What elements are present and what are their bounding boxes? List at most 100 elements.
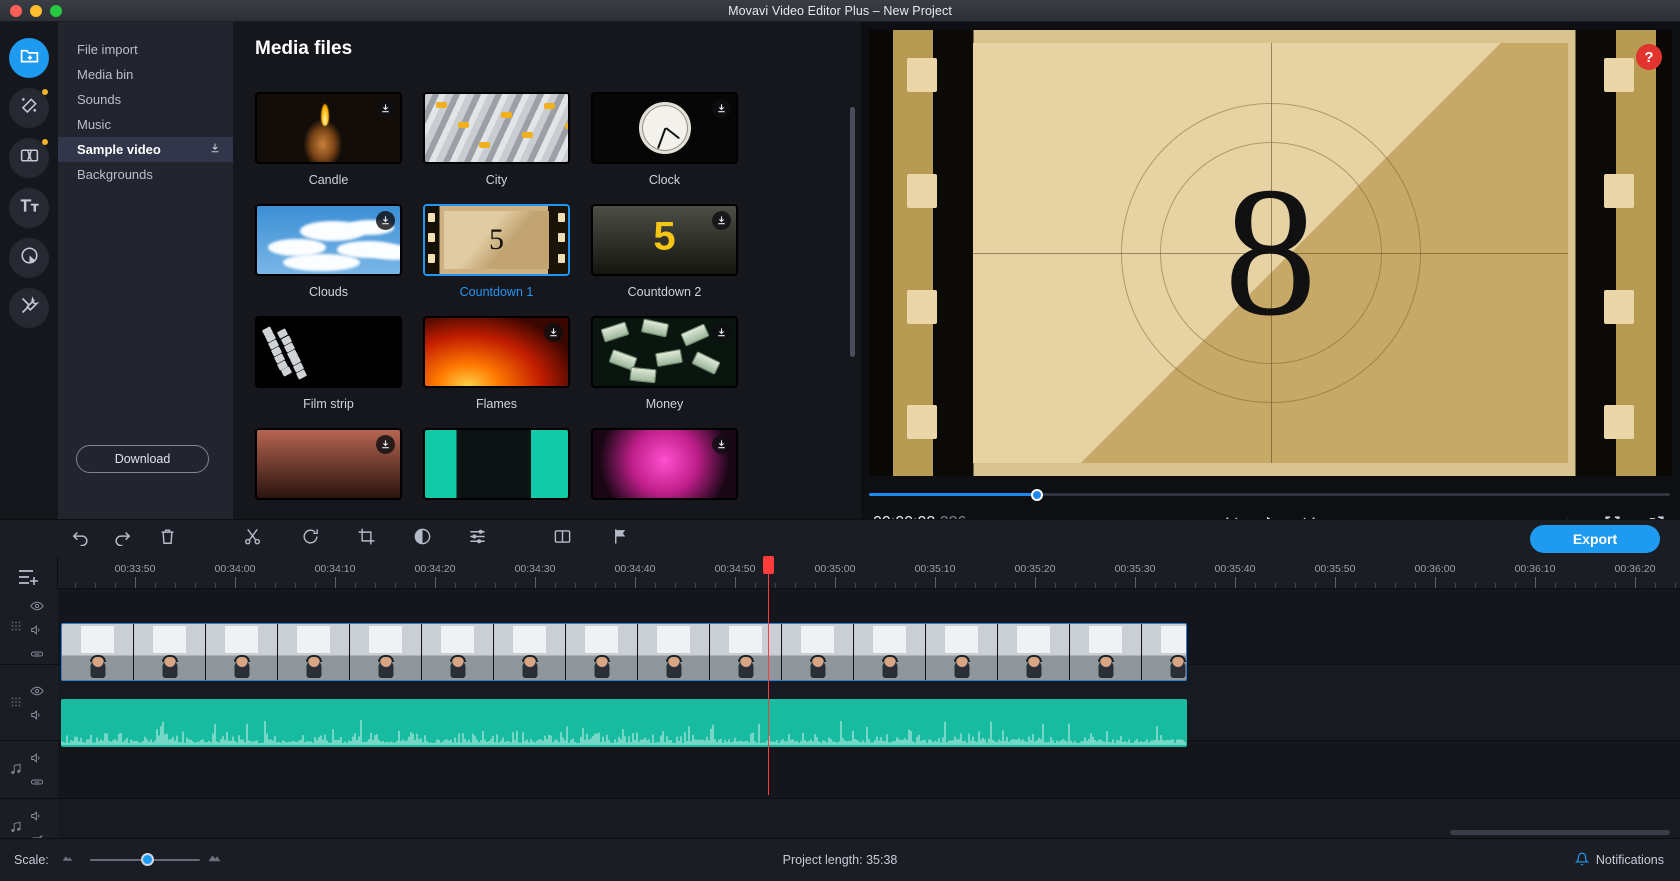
media-thumbnail[interactable] (423, 316, 570, 388)
media-thumbnail[interactable] (255, 428, 402, 500)
media-item[interactable] (255, 428, 402, 509)
playhead-handle[interactable] (763, 556, 774, 574)
eye-icon[interactable] (30, 599, 44, 618)
speaker-icon[interactable] (30, 751, 44, 770)
media-item[interactable]: Candle (255, 92, 402, 187)
split-view-icon (553, 527, 572, 551)
ruler-tick-major (1635, 577, 1636, 588)
undo-button[interactable] (70, 529, 90, 549)
redo-button[interactable] (112, 529, 132, 549)
ruler-tick-minor (115, 583, 116, 588)
video-preview[interactable]: 8 (869, 30, 1672, 476)
media-item[interactable]: City (423, 92, 570, 187)
ruler-tick-minor (455, 583, 456, 588)
rail-button-import-files[interactable] (9, 38, 49, 78)
ruler-tick-major (1135, 577, 1136, 588)
ruler-tick-minor (75, 583, 76, 588)
speaker-icon[interactable] (30, 809, 44, 828)
delete-button[interactable] (157, 529, 177, 549)
ruler-label: 00:34:50 (714, 563, 756, 575)
crop-button[interactable] (356, 528, 376, 549)
ruler-tick-minor (795, 583, 796, 588)
media-thumbnail[interactable] (255, 316, 402, 388)
media-thumbnail[interactable] (591, 316, 738, 388)
ruler-tick-minor (495, 583, 496, 588)
media-thumbnail[interactable] (423, 428, 570, 500)
video-clip[interactable] (61, 623, 1187, 681)
speaker-icon[interactable] (30, 708, 44, 727)
eye-icon[interactable] (30, 684, 44, 703)
audio-clip[interactable] (61, 699, 1187, 747)
media-item[interactable]: 5 Countdown 2 (591, 204, 738, 299)
properties-button[interactable] (467, 529, 487, 549)
download-icon[interactable] (544, 323, 563, 342)
media-item[interactable]: Money (591, 316, 738, 411)
media-item[interactable]: Clouds (255, 204, 402, 299)
category-item-file-import[interactable]: File import (58, 37, 233, 62)
playhead[interactable] (763, 556, 774, 795)
media-scrollbar[interactable] (850, 107, 855, 357)
notifications-button[interactable]: Notifications (1574, 852, 1664, 869)
pan-zoom-button[interactable] (552, 529, 572, 549)
flag-icon (611, 527, 630, 551)
download-icon[interactable] (376, 435, 395, 454)
rail-button-filters[interactable] (9, 88, 49, 128)
media-item[interactable]: Film strip (255, 316, 402, 411)
rotate-button[interactable] (300, 529, 320, 549)
category-item-sounds[interactable]: Sounds (58, 87, 233, 112)
download-icon[interactable] (712, 211, 731, 230)
seek-handle[interactable] (1031, 489, 1044, 501)
marker-button[interactable] (610, 529, 630, 549)
category-item-music[interactable]: Music (58, 112, 233, 137)
media-thumbnail[interactable] (255, 204, 402, 276)
media-thumbnail[interactable]: 5 (423, 204, 570, 276)
ruler-tick-minor (955, 583, 956, 588)
download-icon[interactable] (376, 211, 395, 230)
ruler-tick-minor (175, 583, 176, 588)
add-track-icon[interactable] (17, 565, 41, 585)
download-icon[interactable] (712, 99, 731, 118)
category-item-backgrounds[interactable]: Backgrounds (58, 162, 233, 187)
rail-button-more-tools[interactable] (9, 288, 49, 328)
color-button[interactable] (412, 528, 432, 549)
download-small-icon[interactable] (209, 137, 221, 162)
download-icon[interactable] (712, 435, 731, 454)
help-button[interactable]: ? (1636, 44, 1662, 70)
film-perforation (907, 405, 937, 440)
export-button[interactable]: Export (1530, 525, 1660, 553)
media-item[interactable]: Flames (423, 316, 570, 411)
media-thumbnail[interactable] (591, 428, 738, 500)
media-thumbnail[interactable] (255, 92, 402, 164)
timeline-track-linked-audio-track[interactable] (0, 741, 1680, 799)
link-icon[interactable] (30, 647, 44, 666)
track-header-linked-audio-track (0, 741, 58, 799)
page-title: Media files (255, 38, 353, 59)
download-icon[interactable] (376, 99, 395, 118)
download-button[interactable]: Download (76, 445, 209, 473)
speaker-icon[interactable] (30, 623, 44, 642)
ruler-tick-minor (875, 583, 876, 588)
category-item-media-bin[interactable]: Media bin (58, 62, 233, 87)
ruler-label: 00:35:40 (1214, 563, 1256, 575)
media-item[interactable] (423, 428, 570, 509)
link-icon[interactable] (30, 775, 44, 794)
media-label: Film strip (303, 397, 354, 411)
category-item-sample-video[interactable]: Sample video (58, 137, 233, 162)
media-item[interactable] (591, 428, 738, 509)
media-thumbnail[interactable] (591, 92, 738, 164)
rail-button-transitions[interactable] (9, 138, 49, 178)
download-icon[interactable] (712, 323, 731, 342)
media-thumbnail[interactable] (423, 92, 570, 164)
split-button[interactable] (242, 528, 262, 549)
media-item[interactable]: 5 Countdown 1 (423, 204, 570, 299)
media-thumbnail[interactable]: 5 (591, 204, 738, 276)
rail-button-stickers[interactable] (9, 238, 49, 278)
clip-thumbnail-frame (926, 624, 998, 680)
rail-button-titles[interactable] (9, 188, 49, 228)
ruler-tick-major (735, 577, 736, 588)
seek-bar[interactable] (869, 489, 1670, 501)
timeline-horizontal-scrollbar[interactable] (1450, 830, 1670, 835)
timeline-ruler[interactable]: 00:33:50 00:34:00 00:34:10 00:34:20 00:34:30… (58, 557, 1680, 589)
media-item[interactable]: Clock (591, 92, 738, 187)
ruler-label: 00:35:50 (1314, 563, 1356, 575)
